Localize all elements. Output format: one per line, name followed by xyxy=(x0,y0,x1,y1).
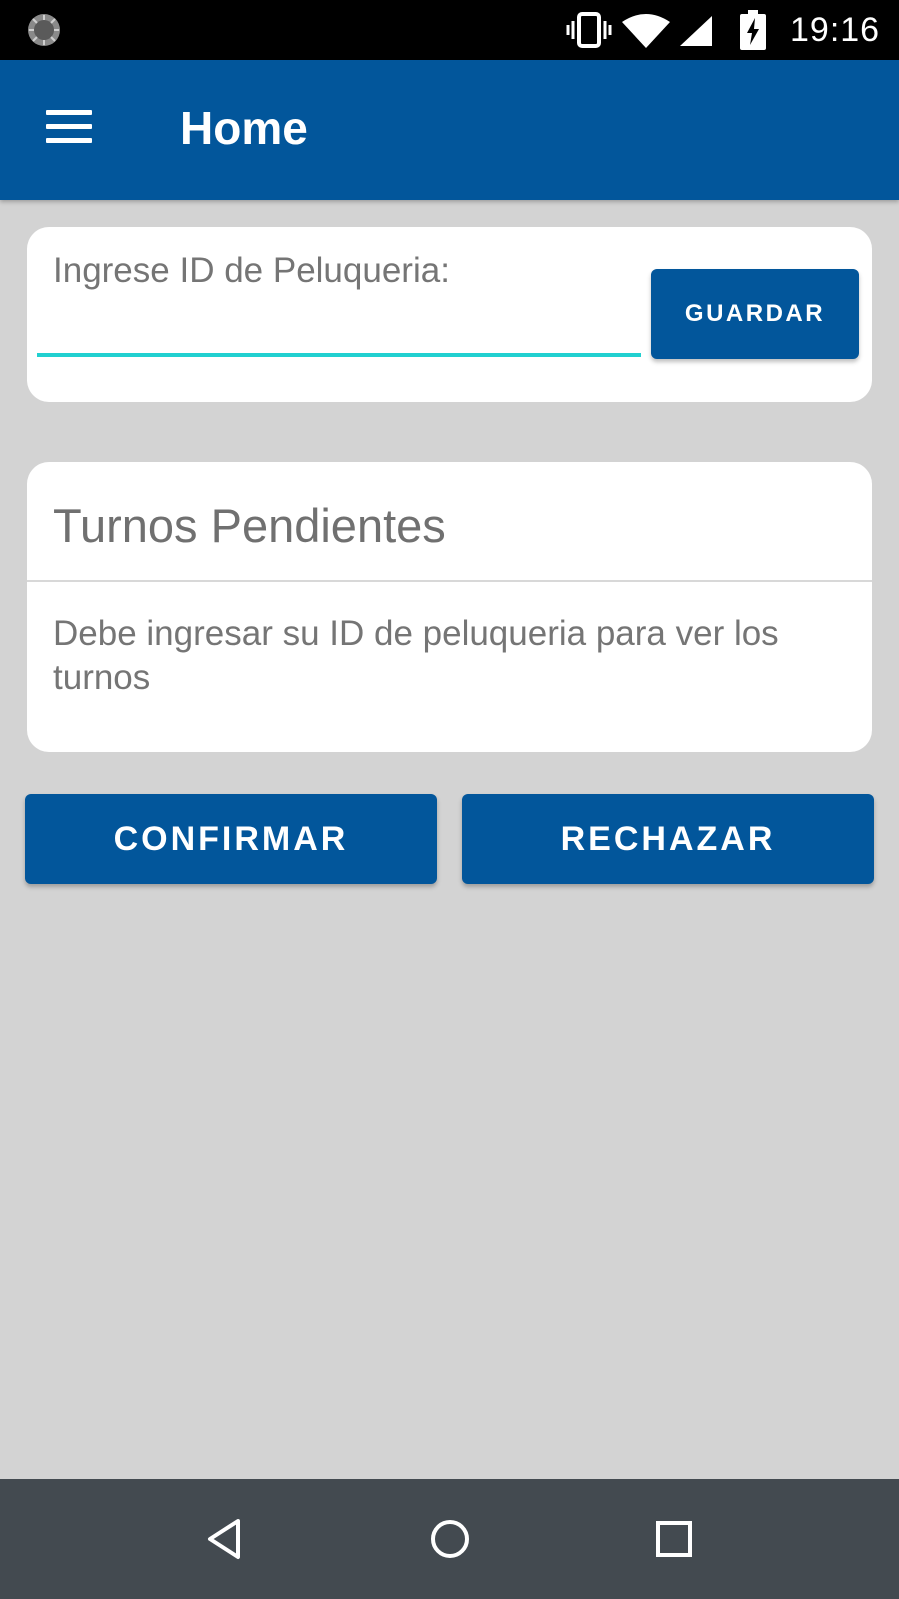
battery-charging-icon xyxy=(740,10,766,50)
loading-spinner-icon xyxy=(28,14,60,46)
pending-appointments-card: Turnos Pendientes Debe ingresar su ID de… xyxy=(27,462,872,752)
pending-appointments-message: Debe ingresar su ID de peluqueria para v… xyxy=(53,614,779,697)
confirm-button[interactable]: CONFIRMAR xyxy=(25,794,437,884)
system-nav-bar xyxy=(0,1479,899,1599)
recents-icon[interactable] xyxy=(644,1509,704,1569)
wifi-icon xyxy=(622,14,670,48)
back-icon[interactable] xyxy=(195,1509,255,1569)
status-bar: 19:16 xyxy=(0,0,899,60)
reject-button[interactable]: RECHAZAR xyxy=(462,794,874,884)
card-divider xyxy=(27,580,872,582)
screen: 19:16 Home Ingrese ID de Peluqueria: GUA… xyxy=(0,0,899,1599)
vibrate-icon xyxy=(566,12,612,48)
save-button[interactable]: GUARDAR xyxy=(651,269,859,359)
app-bar: Home xyxy=(0,60,899,200)
status-time: 19:16 xyxy=(790,11,881,49)
pending-appointments-title: Turnos Pendientes xyxy=(53,499,446,552)
salon-id-label: Ingrese ID de Peluqueria: xyxy=(53,251,450,290)
salon-id-input[interactable] xyxy=(37,297,641,357)
signal-icon xyxy=(680,16,712,46)
home-icon[interactable] xyxy=(420,1509,480,1569)
page-title: Home xyxy=(180,102,308,154)
salon-id-card: Ingrese ID de Peluqueria: GUARDAR xyxy=(27,227,872,402)
hamburger-menu-icon[interactable] xyxy=(40,106,96,154)
